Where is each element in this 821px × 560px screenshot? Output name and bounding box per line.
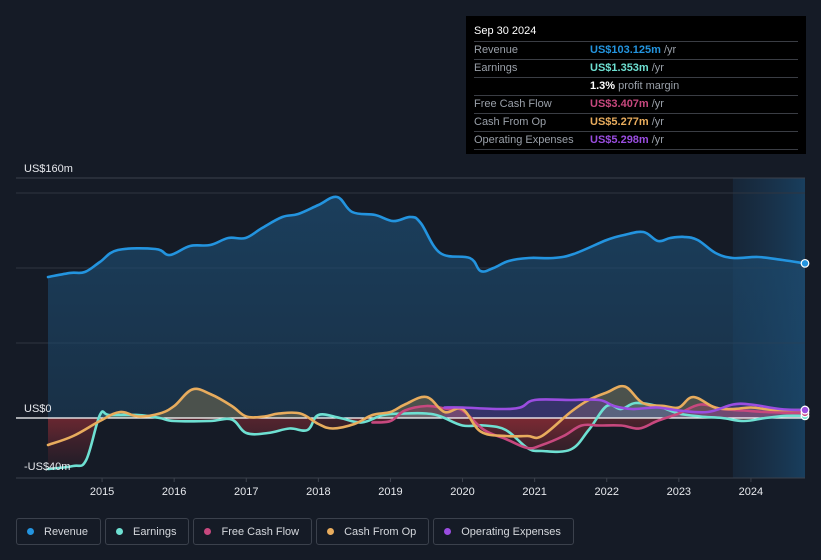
y-axis-label: -US$40m [24,461,70,473]
x-tick-label: 2022 [594,486,618,498]
tooltip-row: Earnings US$1.353m/yr [474,60,798,78]
tooltip-row: Cash From Op US$5.277m/yr [474,114,798,132]
legend-item-free-cash-flow[interactable]: Free Cash Flow [193,518,313,545]
tooltip-row-label: Revenue [474,44,519,56]
legend-item-revenue[interactable]: Revenue [16,518,102,545]
tooltip-row-unit: /yr [651,116,664,128]
tooltip-row-value: US$5.277m [590,116,649,128]
x-tick-label: 2017 [234,486,258,498]
tooltip-row-value: US$5.298m [590,134,649,146]
tooltip-row-label [474,78,590,95]
legend-label: Operating Expenses [461,525,561,538]
x-tick-label: 2018 [306,486,330,498]
legend-label: Cash From Op [344,525,417,538]
legend-label: Free Cash Flow [221,525,300,538]
tooltip-row-value: US$103.125m [590,44,661,56]
tooltip-row-unit: /yr [663,44,677,56]
legend-label: Revenue [44,525,89,538]
legend-dot-icon [444,528,452,535]
tooltip-row-label: Free Cash Flow [474,98,552,110]
x-tick-label: 2021 [522,486,546,498]
revenue-end-marker [800,258,810,268]
tooltip-row-value: US$1.353m [590,62,649,74]
tooltip-row-unit: /yr [651,134,664,146]
tooltip-row-unit: /yr [651,98,664,110]
tooltip-row-label: Operating Expenses [474,134,574,146]
tooltip: Sep 30 2024 Revenue US$103.125m/yr Earning… [466,16,806,154]
legend-label: Earnings [133,525,177,538]
tooltip-row-label: Earnings [474,62,518,74]
x-tick-label: 2020 [450,486,474,498]
legend-dot-icon [327,528,335,535]
y-axis-label: US$160m [24,163,73,175]
x-tick-label: 2023 [667,486,691,498]
legend-item-earnings[interactable]: Earnings [105,518,190,545]
tooltip-row-unit: /yr [651,62,664,74]
x-tick-label: 2015 [90,486,114,498]
tooltip-row: Operating Expenses US$5.298m/yr [474,132,798,150]
tooltip-row: Revenue US$103.125m/yr [474,42,798,60]
tooltip-row-value: US$3.407m [590,98,649,110]
operating-expenses-end-marker [800,405,810,415]
x-tick-label: 2016 [162,486,186,498]
tooltip-row-unit: profit margin [618,80,680,92]
tooltip-row: 1.3% profit margin [474,78,798,96]
legend-dot-icon [27,528,34,535]
legend-item-cash-from-op[interactable]: Cash From Op [316,518,430,545]
x-tick-label: 2019 [378,486,402,498]
legend: Revenue Earnings Free Cash Flow Cash From O… [16,518,574,545]
tooltip-row: Free Cash Flow US$3.407m/yr [474,96,798,114]
legend-dot-icon [204,528,212,535]
legend-dot-icon [116,528,124,535]
tooltip-date: Sep 30 2024 [474,22,798,42]
x-tick-label: 2024 [739,486,763,498]
legend-item-operating-expenses[interactable]: Operating Expenses [433,518,574,545]
revenue-area-positive [48,196,805,418]
tooltip-row-value: 1.3% [590,80,616,92]
y-axis-label: US$0 [24,403,52,415]
tooltip-row-label: Cash From Op [474,116,547,128]
